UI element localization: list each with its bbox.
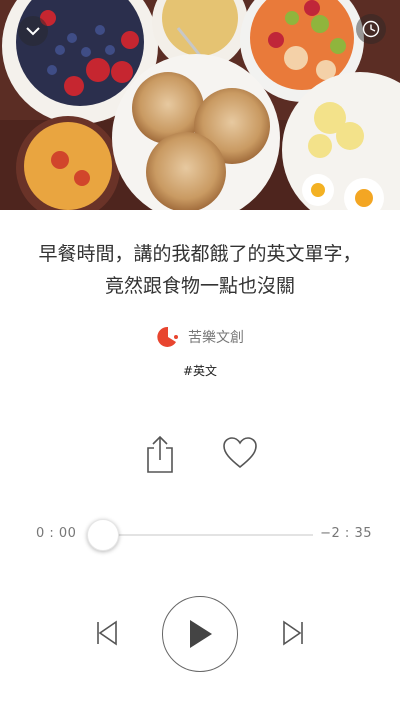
skip-next-icon	[283, 620, 303, 646]
play-button[interactable]	[162, 596, 238, 672]
remaining-time: −2 : 35	[320, 526, 372, 541]
sleep-timer-button[interactable]	[356, 14, 386, 44]
play-icon	[190, 620, 212, 648]
collapse-button[interactable]	[18, 16, 48, 46]
share-button[interactable]	[143, 434, 177, 474]
cover-image	[0, 0, 400, 210]
author-name: 苦樂文創	[188, 330, 244, 346]
skip-previous-icon	[97, 620, 117, 646]
previous-button[interactable]	[95, 620, 119, 646]
episode-title-line1: 早餐時間，講的我都餓了的英文單字，	[38, 243, 362, 265]
progress-track[interactable]	[103, 534, 313, 536]
share-icon	[147, 435, 173, 473]
progress-knob[interactable]	[87, 519, 119, 551]
episode-title-line2: 竟然跟食物一點也沒關	[104, 275, 295, 297]
episode-title: 早餐時間，講的我都餓了的英文單字， 竟然跟食物一點也沒關	[0, 238, 400, 302]
author-link[interactable]: 苦樂文創	[0, 324, 400, 350]
elapsed-time: 0 : 00	[36, 526, 77, 541]
next-button[interactable]	[281, 620, 305, 646]
author-logo-icon	[157, 326, 178, 347]
clock-icon	[362, 20, 380, 38]
category-tag[interactable]: #英文	[0, 362, 400, 379]
heart-icon	[223, 437, 257, 469]
like-button[interactable]	[222, 436, 258, 470]
chevron-down-icon	[26, 27, 40, 36]
